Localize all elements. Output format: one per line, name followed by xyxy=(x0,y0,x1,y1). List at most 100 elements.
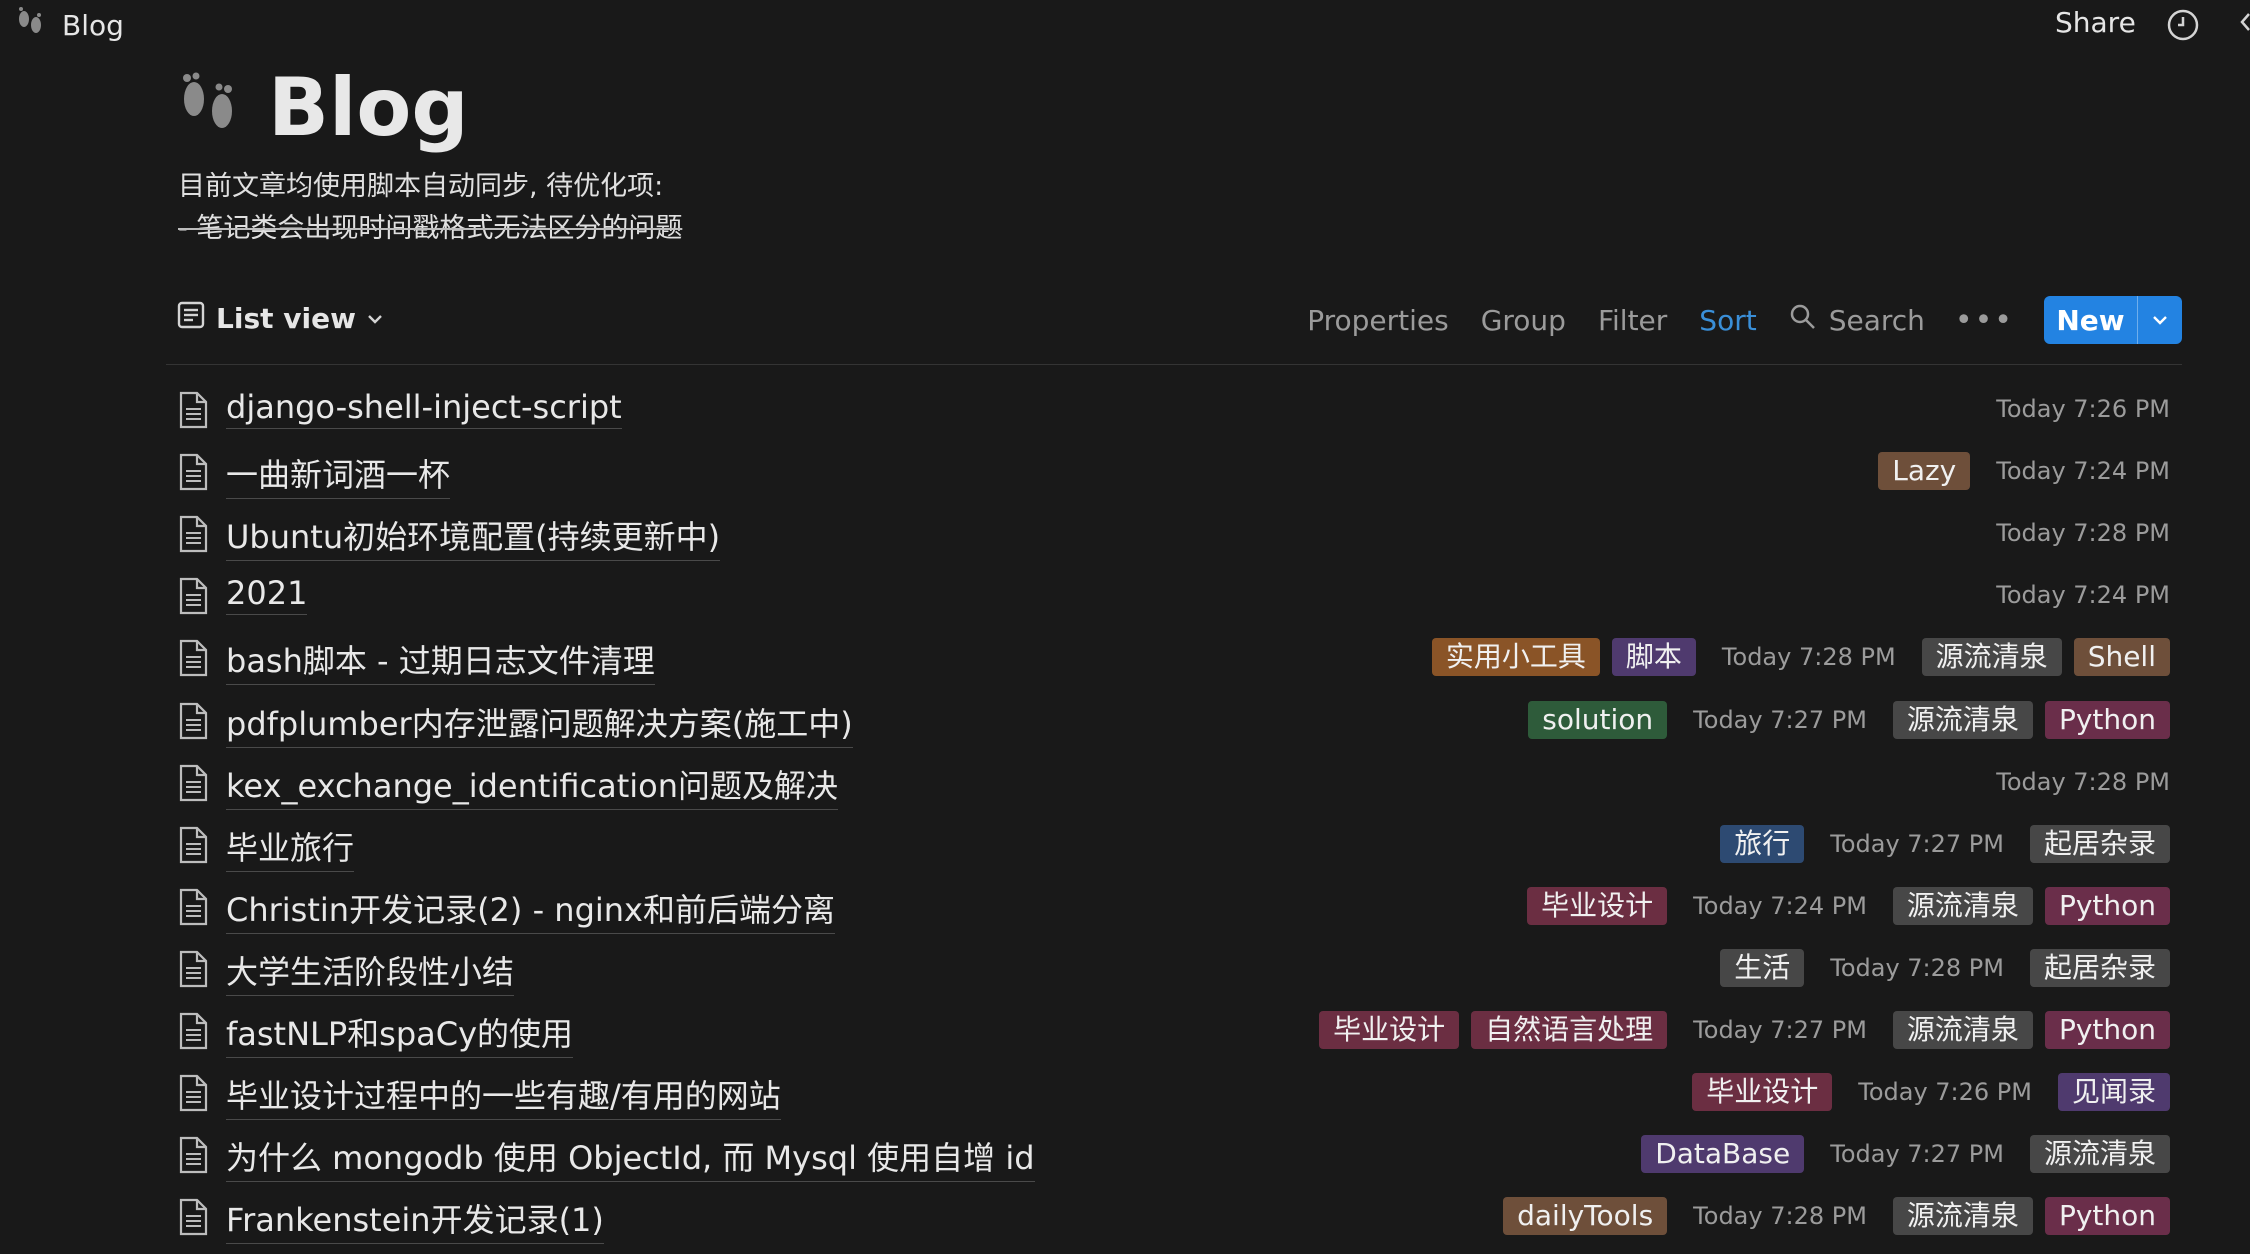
tag-badge: 旅行 xyxy=(1720,824,1805,863)
page-header: Blog xyxy=(172,62,469,154)
filter-button[interactable]: Filter xyxy=(1598,304,1667,337)
description-line-text: - 笔记类会出现时间戳格式无法区分的问题 xyxy=(178,213,683,244)
item-properties: 毕业设计 Today 7:24 PM 源流清泉 Python xyxy=(1527,885,2170,927)
tag-badge: Python xyxy=(2044,700,2170,739)
description-line-struck: - 笔记类会出现时间戳格式无法区分的问题 xyxy=(178,208,682,250)
item-properties: 实用小工具 脚本 Today 7:28 PM 源流清泉 Shell xyxy=(1431,636,2170,678)
list-item[interactable]: Christin开发记录(2) - nginx和前后端分离 毕业设计 Today 7… xyxy=(166,879,2176,937)
list-item[interactable]: 一曲新词酒一杯 Lazy Today 7:24 PM xyxy=(166,444,2176,502)
chevron-down-icon xyxy=(366,302,384,335)
item-timestamp: Today 7:28 PM xyxy=(1830,953,2004,982)
list-item[interactable]: kex_exchange_identification问题及解决 Today 7:… xyxy=(166,755,2176,813)
tag-badge: 源流清泉 xyxy=(1892,1197,2033,1236)
document-icon xyxy=(176,702,210,744)
sort-button[interactable]: Sort xyxy=(1699,304,1756,337)
star-icon[interactable] xyxy=(2232,8,2250,46)
document-icon xyxy=(176,1074,210,1116)
item-title[interactable]: Ubuntu初始环境配置(持续更新中) xyxy=(226,512,721,562)
toolbar-divider xyxy=(166,364,2182,365)
item-title[interactable]: pdfplumber内存泄露问题解决方案(施工中) xyxy=(226,699,853,748)
item-properties: Today 7:24 PM xyxy=(1982,574,2170,616)
new-dropdown-button[interactable] xyxy=(2137,296,2182,344)
tag-badge: 源流清泉 xyxy=(1892,700,2033,739)
item-properties: Today 7:28 PM xyxy=(1982,761,2170,803)
toolbar-actions: Properties Group Filter Sort Search ••• … xyxy=(1275,294,2182,346)
list-item[interactable]: Frankenstein开发记录(1) dailyTools Today 7:28 … xyxy=(166,1189,2176,1247)
item-properties: Today 7:26 PM xyxy=(1982,388,2170,430)
page-title: Blog xyxy=(268,61,469,154)
item-title[interactable]: 大学生活阶段性小结 xyxy=(226,947,515,996)
item-timestamp: Today 7:26 PM xyxy=(1996,395,2170,423)
search-label: Search xyxy=(1828,303,1925,337)
list-item[interactable]: 2021 Today 7:24 PM xyxy=(166,568,2176,626)
search-icon xyxy=(1789,303,1817,338)
item-title[interactable]: django-shell-inject-script xyxy=(226,388,622,429)
clock-icon[interactable] xyxy=(2166,8,2200,46)
item-title[interactable]: 一曲新词酒一杯 xyxy=(226,450,451,500)
item-properties: 毕业设计 Today 7:26 PM 见闻录 xyxy=(1692,1071,2170,1113)
document-icon xyxy=(176,453,210,495)
list-item[interactable]: django-shell-inject-script Today 7:26 PM xyxy=(166,382,2176,440)
item-title[interactable]: bash脚本 - 过期日志文件清理 xyxy=(226,636,655,686)
document-icon xyxy=(176,639,210,681)
tag-badge: Python xyxy=(2044,1197,2170,1236)
document-icon xyxy=(176,391,210,433)
new-button-label: New xyxy=(2056,303,2125,337)
document-icon xyxy=(176,577,210,619)
document-icon xyxy=(176,1136,210,1178)
footprints-icon xyxy=(12,5,48,45)
document-icon xyxy=(176,950,210,992)
search-button[interactable]: Search xyxy=(1789,303,1925,338)
share-button[interactable]: Share xyxy=(2055,6,2136,39)
list-item[interactable]: 毕业设计过程中的一些有趣/有用的网站 毕业设计 Today 7:26 PM 见闻录 xyxy=(166,1065,2176,1123)
item-title[interactable]: Frankenstein开发记录(1) xyxy=(226,1195,604,1245)
item-timestamp: Today 7:26 PM xyxy=(1858,1078,2032,1107)
list-item[interactable]: 大学生活阶段性小结 生活 Today 7:28 PM 起居杂录 xyxy=(166,941,2176,999)
tag-badge: 起居杂录 xyxy=(2029,948,2170,987)
item-properties: 旅行 Today 7:27 PM 起居杂录 xyxy=(1720,823,2170,865)
list-item[interactable]: pdfplumber内存泄露问题解决方案(施工中) solution Today 7… xyxy=(166,693,2176,751)
item-title[interactable]: Christin开发记录(2) - nginx和前后端分离 xyxy=(226,885,835,934)
tag-badge: 毕业设计 xyxy=(1319,1011,1460,1049)
tag-badge: 起居杂录 xyxy=(2029,824,2170,863)
breadcrumb-label: Blog xyxy=(62,8,124,42)
tag-badge: 实用小工具 xyxy=(1431,638,1600,677)
tag-badge: 脚本 xyxy=(1611,638,1696,677)
tag-badge: 见闻录 xyxy=(2057,1073,2170,1112)
group-button[interactable]: Group xyxy=(1481,304,1566,337)
properties-button[interactable]: Properties xyxy=(1307,304,1449,337)
tag-badge: 自然语言处理 xyxy=(1471,1011,1668,1049)
item-properties: solution Today 7:27 PM 源流清泉 Python xyxy=(1528,699,2170,741)
list-view-icon xyxy=(176,300,206,337)
database-toolbar: List view Properties Group Filter Sort S… xyxy=(172,294,2182,346)
breadcrumb[interactable]: Blog xyxy=(12,6,124,44)
list-item[interactable]: Ubuntu初始环境配置(持续更新中) Today 7:28 PM xyxy=(166,506,2176,564)
item-timestamp: Today 7:24 PM xyxy=(1693,891,1867,920)
view-label: List view xyxy=(216,302,356,335)
item-title[interactable]: 2021 xyxy=(226,574,308,616)
tag-badge: Python xyxy=(2044,1011,2170,1049)
list-item[interactable]: bash脚本 - 过期日志文件清理 实用小工具 脚本 Today 7:28 PM 源流清… xyxy=(166,630,2176,688)
tag-badge: 生活 xyxy=(1720,948,1805,987)
item-title[interactable]: 毕业设计过程中的一些有趣/有用的网站 xyxy=(226,1071,781,1121)
new-button[interactable]: New xyxy=(2044,296,2182,344)
more-options-icon[interactable]: ••• xyxy=(1955,303,2014,338)
list-item[interactable]: 为什么 mongodb 使用 ObjectId, 而 Mysql 使用自增 id… xyxy=(166,1127,2176,1185)
item-timestamp: Today 7:27 PM xyxy=(1693,705,1867,734)
item-title[interactable]: 为什么 mongodb 使用 ObjectId, 而 Mysql 使用自增 id xyxy=(226,1133,1035,1183)
item-title[interactable]: 毕业旅行 xyxy=(226,823,355,872)
view-selector[interactable]: List view xyxy=(176,300,384,337)
document-icon xyxy=(176,764,210,806)
list-item[interactable]: 毕业旅行 旅行 Today 7:27 PM 起居杂录 xyxy=(166,817,2176,875)
item-timestamp: Today 7:24 PM xyxy=(1996,457,2170,486)
document-icon xyxy=(176,1012,210,1054)
description-line: 目前文章均使用脚本自动同步, 待优化项: xyxy=(178,171,664,202)
item-title[interactable]: kex_exchange_identification问题及解决 xyxy=(226,761,838,810)
item-properties: Today 7:28 PM xyxy=(1982,512,2170,554)
item-timestamp: Today 7:28 PM xyxy=(1721,643,1896,672)
item-timestamp: Today 7:28 PM xyxy=(1693,1202,1867,1231)
item-timestamp: Today 7:28 PM xyxy=(1996,767,2170,796)
tag-badge: solution xyxy=(1528,700,1668,739)
item-title[interactable]: fastNLP和spaCy的使用 xyxy=(226,1009,574,1058)
list-item[interactable]: fastNLP和spaCy的使用 毕业设计 自然语言处理 Today 7:27 PM 源… xyxy=(166,1003,2176,1061)
